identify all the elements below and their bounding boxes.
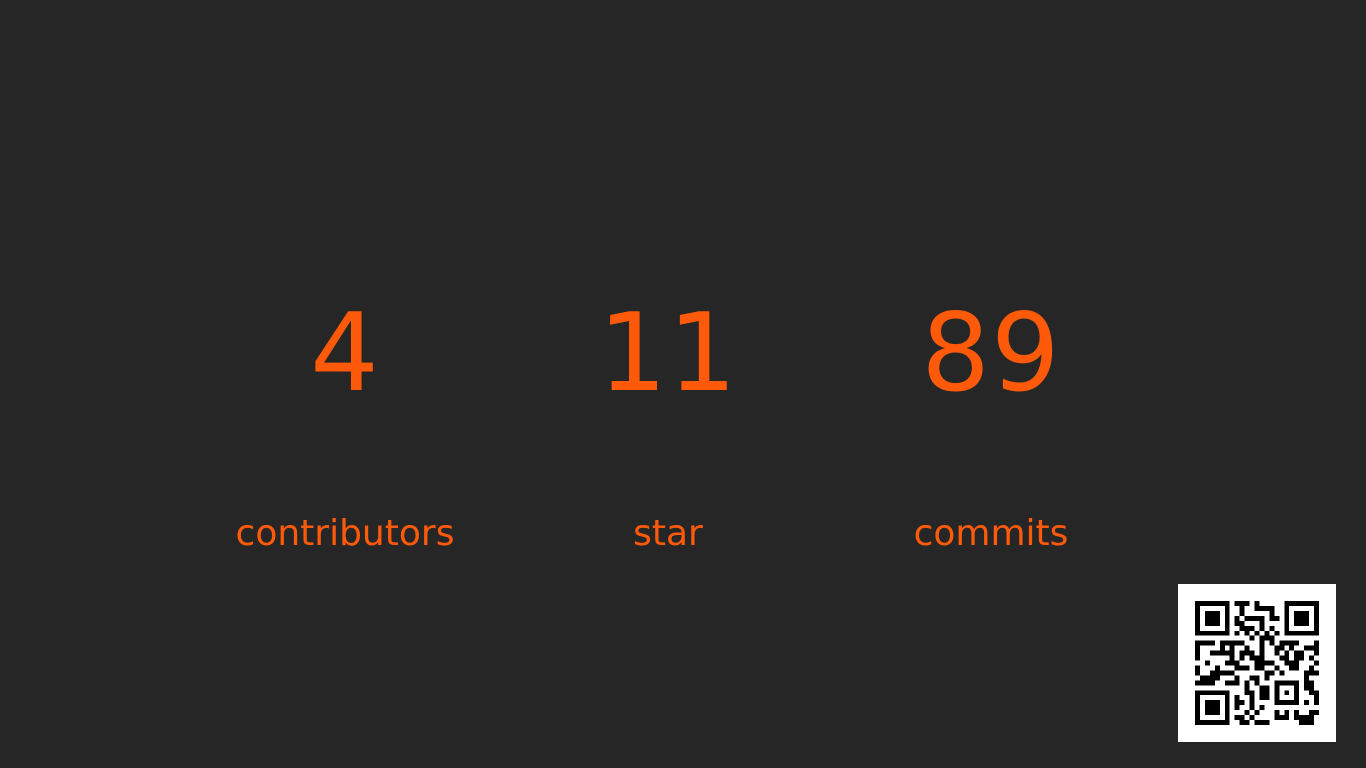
stat-label-contributors: contributors bbox=[235, 513, 455, 554]
stat-stars: 11 star bbox=[508, 290, 828, 556]
stat-label-commits: commits bbox=[913, 513, 1069, 554]
stat-value-stars: 11 bbox=[598, 291, 738, 416]
stat-label-stars: star bbox=[633, 513, 703, 554]
stat-contributors: 4 contributors bbox=[185, 290, 505, 556]
stat-value-contributors: 4 bbox=[310, 291, 380, 416]
qr-code-icon bbox=[1195, 601, 1319, 725]
qr-code[interactable] bbox=[1178, 584, 1336, 742]
stat-commits: 89 commits bbox=[831, 290, 1151, 556]
stat-value-commits: 89 bbox=[921, 291, 1061, 416]
stats-slide: 4 contributors 11 star 89 commits bbox=[0, 0, 1366, 768]
